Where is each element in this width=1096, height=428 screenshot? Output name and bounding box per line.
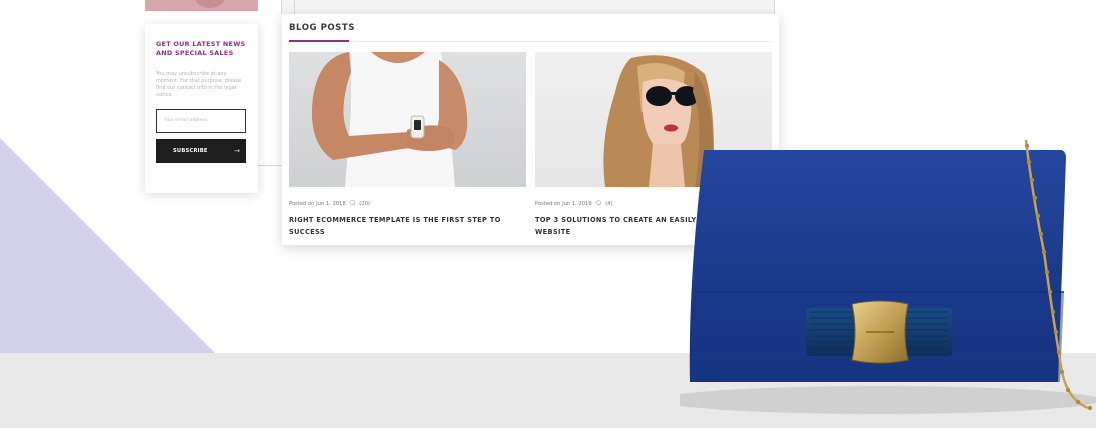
- email-placeholder: Your email address: [164, 118, 208, 124]
- divider-line: [774, 0, 775, 14]
- subscribe-button[interactable]: SUBSCRIBE →: [156, 138, 246, 163]
- subscribe-label: SUBSCRIBE: [173, 147, 208, 154]
- page-canvas: GET OUR LATEST NEWS AND SPECIAL SALES Yo…: [0, 0, 1096, 428]
- comment-count: (20): [359, 200, 370, 207]
- divider-line: [258, 165, 282, 166]
- blog-header: BLOG POSTS: [289, 14, 772, 42]
- post-meta: Posted on Jun 1, 2018 🗨 (20): [289, 200, 526, 207]
- newsletter-description: You may unsubscribe at any moment. For t…: [156, 70, 242, 99]
- previous-section-edge: [282, 0, 774, 14]
- email-field[interactable]: Your email address: [156, 108, 246, 133]
- arrow-right-icon: →: [234, 146, 240, 155]
- comment-count: (4): [605, 200, 613, 207]
- newsletter-widget: GET OUR LATEST NEWS AND SPECIAL SALES Yo…: [145, 24, 258, 193]
- product-thumbnail[interactable]: [145, 0, 258, 11]
- handbag-image: [680, 132, 1096, 428]
- post-date: Posted on Jun 1, 2018: [289, 200, 346, 207]
- newsletter-title: GET OUR LATEST NEWS AND SPECIAL SALES: [156, 40, 246, 58]
- blog-post-card[interactable]: Posted on Jun 1, 2018 🗨 (20) RIGHT ECOMM…: [289, 52, 526, 238]
- man-with-smartwatch-photo[interactable]: [289, 52, 526, 187]
- comment-icon: 🗨: [348, 200, 357, 207]
- post-title-link[interactable]: RIGHT ECOMMERCE TEMPLATE IS THE FIRST ST…: [289, 214, 526, 238]
- title-underline: [289, 40, 349, 42]
- divider-line: [281, 0, 282, 14]
- divider-line: [294, 0, 295, 14]
- section-title: BLOG POSTS: [289, 23, 355, 33]
- comment-icon: 🗨: [594, 200, 603, 207]
- post-date: Posted on Jun 1, 2018: [535, 200, 592, 207]
